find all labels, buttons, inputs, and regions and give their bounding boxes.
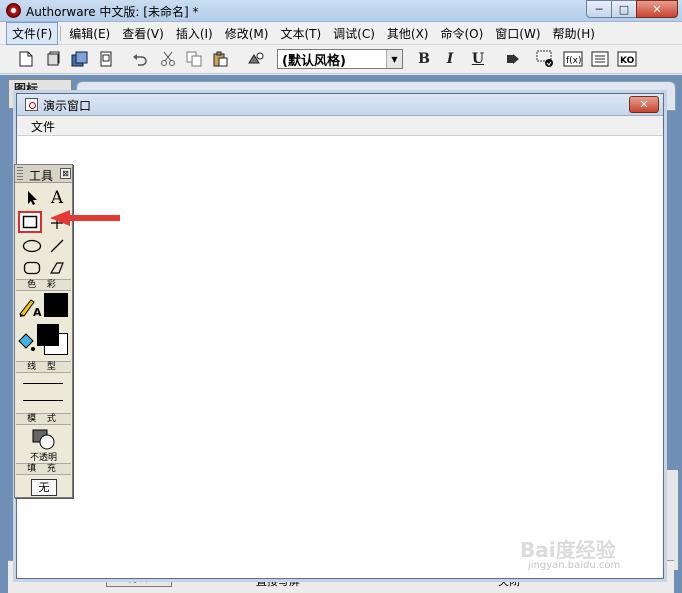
rectangle-tool-icon[interactable] (18, 211, 42, 233)
mode-section-label: 模 式 (16, 413, 71, 425)
baidu-watermark-url: jingyan.baidu.com (528, 560, 621, 571)
knowledge-objects-button[interactable]: KO (617, 49, 637, 69)
tools-palette-header[interactable]: 工具 ⊠ (15, 165, 72, 183)
menu-modify[interactable]: 修改(M) (219, 22, 275, 45)
menu-help[interactable]: 帮助(H) (547, 22, 601, 45)
annotation-arrow-icon (50, 210, 120, 226)
foreground-color-swatch[interactable] (37, 324, 59, 346)
presentation-close-button[interactable]: ✕ (629, 96, 659, 113)
minimize-button[interactable]: ─ (586, 0, 612, 18)
menu-separator (60, 25, 62, 41)
presentation-window: 演示窗口 ✕ 文件 (16, 93, 664, 579)
text-tool[interactable]: A (45, 187, 69, 209)
functions-button[interactable]: f(x) (563, 49, 583, 69)
polygon-tool-icon[interactable] (45, 257, 69, 279)
presentation-canvas[interactable] (17, 136, 663, 578)
presentation-menu-bar: 文件 (17, 116, 663, 136)
menu-other[interactable]: 其他(X) (381, 22, 435, 45)
undo-icon[interactable] (130, 49, 150, 69)
line-style-thin[interactable] (23, 383, 63, 384)
style-select-value: (默认风格) (282, 53, 346, 69)
mode-value: 不透明 (29, 453, 57, 463)
opaque-mode-icon[interactable] (31, 427, 57, 451)
tools-palette-title: 工具 (29, 169, 54, 183)
menu-debug[interactable]: 调试(C) (327, 22, 381, 45)
knowledge-objects-label: KO (620, 56, 635, 66)
presentation-menu-file[interactable]: 文件 (31, 118, 55, 135)
save-all-icon[interactable] (70, 49, 90, 69)
menu-bar: 文件(F) 编辑(E) 查看(V) 插入(I) 修改(M) 文本(T) 调试(C… (0, 21, 682, 45)
functions-button-label: f(x) (566, 56, 582, 66)
stroke-color-swatch[interactable] (44, 293, 68, 317)
find-icon[interactable] (246, 49, 266, 69)
menu-view[interactable]: 查看(V) (116, 22, 170, 45)
presentation-title-bar: 演示窗口 ✕ (17, 94, 663, 116)
color-section-label: 色 彩 (16, 279, 71, 291)
presentation-window-icon (25, 98, 38, 111)
menu-edit[interactable]: 编辑(E) (63, 22, 116, 45)
window-controls: ─ □ ✕ (586, 0, 678, 20)
pen-color-text-glyph: A (33, 306, 42, 318)
line-style-default[interactable] (23, 400, 63, 401)
app-title-bar: Authorware 中文版: [未命名] * ─ □ ✕ (0, 0, 682, 22)
baidu-watermark: Bai度经验 (520, 538, 616, 562)
presentation-title: 演示窗口 (43, 99, 92, 113)
tools-palette-close-button[interactable]: ⊠ (60, 168, 71, 179)
menu-text[interactable]: 文本(T) (274, 22, 327, 45)
style-select[interactable]: (默认风格) ▼ (277, 49, 403, 69)
import-icon[interactable] (96, 49, 116, 69)
italic-button[interactable]: I (440, 49, 460, 69)
menu-file[interactable]: 文件(F) (6, 21, 59, 45)
control-panel-icon[interactable] (536, 49, 556, 69)
app-title: Authorware 中文版: [未命名] * (26, 5, 199, 19)
close-button[interactable]: ✕ (636, 0, 678, 18)
rounded-rectangle-tool-icon[interactable] (20, 257, 44, 279)
background-scrollbar[interactable] (664, 470, 678, 570)
paste-icon[interactable] (210, 49, 230, 69)
menu-window[interactable]: 窗口(W) (489, 22, 546, 45)
variables-icon[interactable] (590, 49, 610, 69)
restart-icon[interactable] (503, 49, 523, 69)
maximize-button[interactable]: □ (611, 0, 637, 18)
new-file-icon[interactable] (16, 49, 36, 69)
toolbar: (默认风格) ▼ B I U f(x) KO (0, 45, 682, 74)
pointer-tool-icon[interactable] (20, 187, 44, 209)
authorware-app-icon (6, 3, 21, 18)
fill-section-label: 填 充 (16, 463, 71, 475)
copy-icon[interactable] (184, 49, 204, 69)
cut-icon[interactable] (158, 49, 178, 69)
ellipse-tool-icon[interactable] (20, 235, 44, 257)
open-file-icon[interactable] (44, 49, 64, 69)
fill-pattern-button[interactable]: 无 (31, 479, 57, 496)
underline-button[interactable]: U (468, 49, 488, 69)
line-section-label: 线 型 (16, 361, 71, 373)
menu-insert[interactable]: 插入(I) (170, 22, 219, 45)
drag-grip-icon[interactable] (17, 167, 23, 181)
diagonal-line-tool-icon[interactable] (45, 235, 69, 257)
pen-color-icon[interactable]: A (17, 295, 43, 319)
menu-command[interactable]: 命令(O) (434, 22, 489, 45)
bold-button[interactable]: B (414, 49, 434, 69)
chevron-down-icon[interactable]: ▼ (386, 50, 402, 68)
fill-bucket-icon[interactable] (15, 330, 37, 354)
